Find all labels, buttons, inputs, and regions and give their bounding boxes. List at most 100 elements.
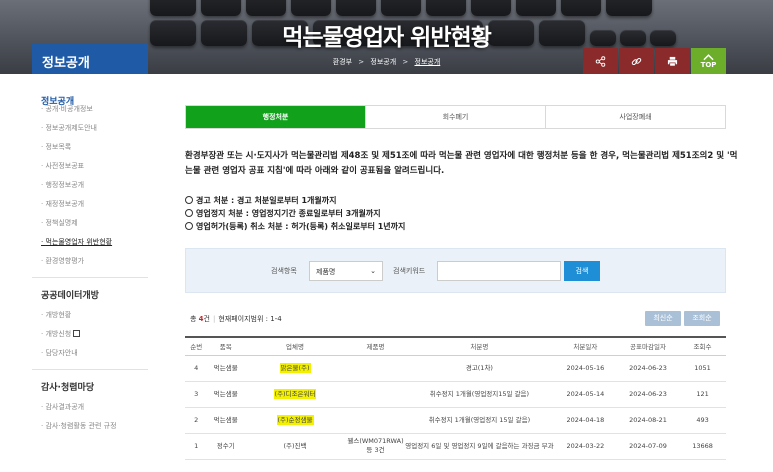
sidebar-item[interactable]: · 공개·비공개정보 bbox=[32, 100, 148, 119]
summary-divider: | bbox=[213, 315, 216, 323]
company-name-highlight: (주)디조은워터 bbox=[273, 388, 317, 399]
sidebar-item[interactable]: · 담당자안내 bbox=[32, 344, 148, 363]
breadcrumb-separator: > bbox=[402, 58, 409, 66]
product-name: 웰스(WM071RWA) 등 3건 bbox=[345, 433, 406, 460]
breadcrumb-section[interactable]: 정보공개 bbox=[370, 58, 396, 66]
scroll-top-button[interactable]: TOP bbox=[691, 48, 726, 74]
column-header: 공표마감일자 bbox=[616, 336, 680, 356]
search-field-value: 제품명 bbox=[316, 268, 336, 276]
company-name: 맑은물(주) bbox=[244, 355, 346, 382]
sidebar-item[interactable]: · 정보목록 bbox=[32, 138, 148, 157]
print-button[interactable] bbox=[655, 48, 690, 74]
share-icon bbox=[595, 55, 606, 67]
sort-views-button[interactable]: 조회순 bbox=[684, 311, 720, 326]
breadcrumb-home[interactable]: 환경부 bbox=[333, 58, 352, 66]
circle-bullet-icon bbox=[185, 209, 193, 217]
keyboard-key bbox=[246, 0, 286, 16]
tab-admin-actions[interactable]: 행정처분 bbox=[186, 106, 365, 128]
chevron-down-icon: ⌄ bbox=[370, 267, 376, 275]
print-icon bbox=[667, 56, 678, 66]
search-button[interactable]: 검색 bbox=[564, 261, 600, 281]
row-number: 3 bbox=[185, 381, 208, 408]
sidebar-item[interactable]: · 정책실명제 bbox=[32, 214, 148, 233]
action-date: 2024-04-18 bbox=[553, 407, 617, 434]
action-date: 2024-05-14 bbox=[553, 381, 617, 408]
keyboard-key bbox=[426, 0, 466, 16]
sidebar-item[interactable]: · 행정정보공개 bbox=[32, 176, 148, 195]
view-count: 1051 bbox=[679, 355, 726, 382]
column-header: 처분명 bbox=[405, 336, 554, 356]
rule-text: 영업허가(등록) 취소 처분 : 허가(등록) 취소일로부터 1년까지 bbox=[196, 222, 406, 231]
sidebar-item[interactable]: · 정보공개제도안내 bbox=[32, 119, 148, 138]
action-name: 경고(1차) bbox=[405, 355, 554, 382]
copy-link-button[interactable] bbox=[619, 48, 654, 74]
sidebar-item-label: 먹는물영업자 위반현황 bbox=[45, 238, 113, 246]
sidebar-divider bbox=[32, 277, 148, 278]
action-date: 2024-03-22 bbox=[553, 433, 617, 460]
section-title: 정보공개 bbox=[32, 44, 148, 74]
sidebar-item[interactable]: · 개방현황 bbox=[32, 306, 148, 325]
company-name: (주)진백 bbox=[244, 433, 346, 460]
result-summary: 총 4건 | 현재페이지범위 : 1-4 bbox=[190, 314, 282, 324]
search-keyword-input[interactable] bbox=[437, 261, 561, 281]
column-header: 품목 bbox=[207, 336, 245, 356]
sidebar-item-label: 정책실명제 bbox=[45, 219, 78, 227]
product-name bbox=[345, 355, 406, 382]
table-row[interactable]: 1 정수기 (주)진백 웰스(WM071RWA) 등 3건 영업정지 6일 및 영업정지… bbox=[185, 433, 726, 460]
keyboard-key bbox=[150, 0, 196, 16]
sidebar-group-title[interactable]: 감사·청렴마당 bbox=[32, 380, 148, 393]
action-name: 영업정지 6일 및 영업정지 9일에 갈음하는 과징금 부과 bbox=[405, 433, 554, 460]
keyboard-key bbox=[471, 0, 511, 16]
tab-recall-disposal[interactable]: 회수폐기 bbox=[365, 106, 545, 128]
disclosure-end-date: 2024-06-23 bbox=[616, 381, 680, 408]
violations-table: 순번 품목 업체명 제품명 처분명 처분일자 공표마감일자 조회수 4 먹는샘물 맑… bbox=[185, 336, 726, 460]
sort-latest-button[interactable]: 최신순 bbox=[645, 311, 681, 326]
rule-item: 경고 처분 : 경고 처분일로부터 1개월까지 bbox=[185, 194, 745, 207]
table-row[interactable]: 3 먹는샘물 (주)디조은워터 취수정지 1개월(영업정지15일 갈음) 2024-05… bbox=[185, 381, 726, 408]
company-name-highlight: (주)순정샘물 bbox=[276, 414, 314, 425]
table-header-row: 순번 품목 업체명 제품명 처분명 처분일자 공표마감일자 조회수 bbox=[185, 336, 726, 356]
keyboard-key bbox=[516, 0, 556, 16]
search-field-select[interactable]: 제품명 ⌄ bbox=[309, 261, 383, 281]
sidebar-item-label: 정보목록 bbox=[45, 143, 72, 151]
keyboard-key bbox=[291, 0, 331, 16]
chevron-up-icon bbox=[703, 53, 714, 60]
search-panel: 검색항목 제품명 ⌄ 검색키워드 검색 bbox=[185, 248, 726, 293]
sidebar-item-label: 환경영향평가 bbox=[45, 257, 85, 265]
tab-bar: 행정처분 회수폐기 사업장폐쇄 bbox=[185, 105, 726, 129]
action-name: 취수정지 1개월(영업정지15일 갈음) bbox=[405, 381, 554, 408]
sidebar-item-label: 재정정보공개 bbox=[45, 200, 85, 208]
company-name: (주)디조은워터 bbox=[244, 381, 346, 408]
tab-business-closure[interactable]: 사업장폐쇄 bbox=[545, 106, 725, 128]
row-number: 2 bbox=[185, 407, 208, 434]
search-field-label: 검색항목 bbox=[271, 267, 297, 275]
sidebar-item[interactable]: · 사전정보공표 bbox=[32, 157, 148, 176]
sidebar-item[interactable]: · 환경영향평가 bbox=[32, 252, 148, 271]
rule-text: 영업정지 처분 : 영업정지기간 종료일로부터 3개월까지 bbox=[196, 209, 381, 218]
total-prefix: 총 bbox=[190, 315, 199, 323]
sidebar-divider bbox=[32, 369, 148, 370]
view-count: 13668 bbox=[679, 433, 726, 460]
sidebar-item[interactable]: · 감사·청렴활동 관련 규정 bbox=[32, 417, 148, 436]
sidebar-item-label: 감사·청렴활동 관련 규정 bbox=[45, 422, 117, 430]
rule-item: 영업허가(등록) 취소 처분 : 허가(등록) 취소일로부터 1년까지 bbox=[185, 220, 745, 233]
column-header: 조회수 bbox=[679, 336, 726, 356]
sidebar-item[interactable]: · 감사결과공개 bbox=[32, 398, 148, 417]
rule-text: 경고 처분 : 경고 처분일로부터 1개월까지 bbox=[196, 196, 337, 205]
sidebar-item[interactable]: · 재정정보공개 bbox=[32, 195, 148, 214]
disclosure-end-date: 2024-07-09 bbox=[616, 433, 680, 460]
sidebar-item-label: 정보공개제도안내 bbox=[45, 124, 97, 132]
column-header: 순번 bbox=[185, 336, 208, 356]
keyboard-key bbox=[381, 0, 421, 16]
table-row[interactable]: 2 먹는샘물 (주)순정샘물 취수정지 1개월(영업정지 15일 갈음) 2024-04… bbox=[185, 407, 726, 434]
share-button[interactable] bbox=[583, 48, 618, 74]
product-name bbox=[345, 407, 406, 434]
column-header: 처분일자 bbox=[553, 336, 617, 356]
sidebar-item-active[interactable]: · 먹는물영업자 위반현황 bbox=[32, 233, 148, 252]
sidebar-item[interactable]: · 개방신청 bbox=[32, 325, 148, 344]
sidebar-group-title[interactable]: 공공데이터개방 bbox=[32, 288, 148, 301]
breadcrumb-current[interactable]: 정보공개 bbox=[415, 58, 441, 66]
table-row[interactable]: 4 먹는샘물 맑은물(주) 경고(1차) 2024-05-16 2024-06-23 105… bbox=[185, 355, 726, 382]
sidebar-item-label: 개방현황 bbox=[45, 311, 72, 319]
keyboard-key bbox=[606, 0, 652, 16]
